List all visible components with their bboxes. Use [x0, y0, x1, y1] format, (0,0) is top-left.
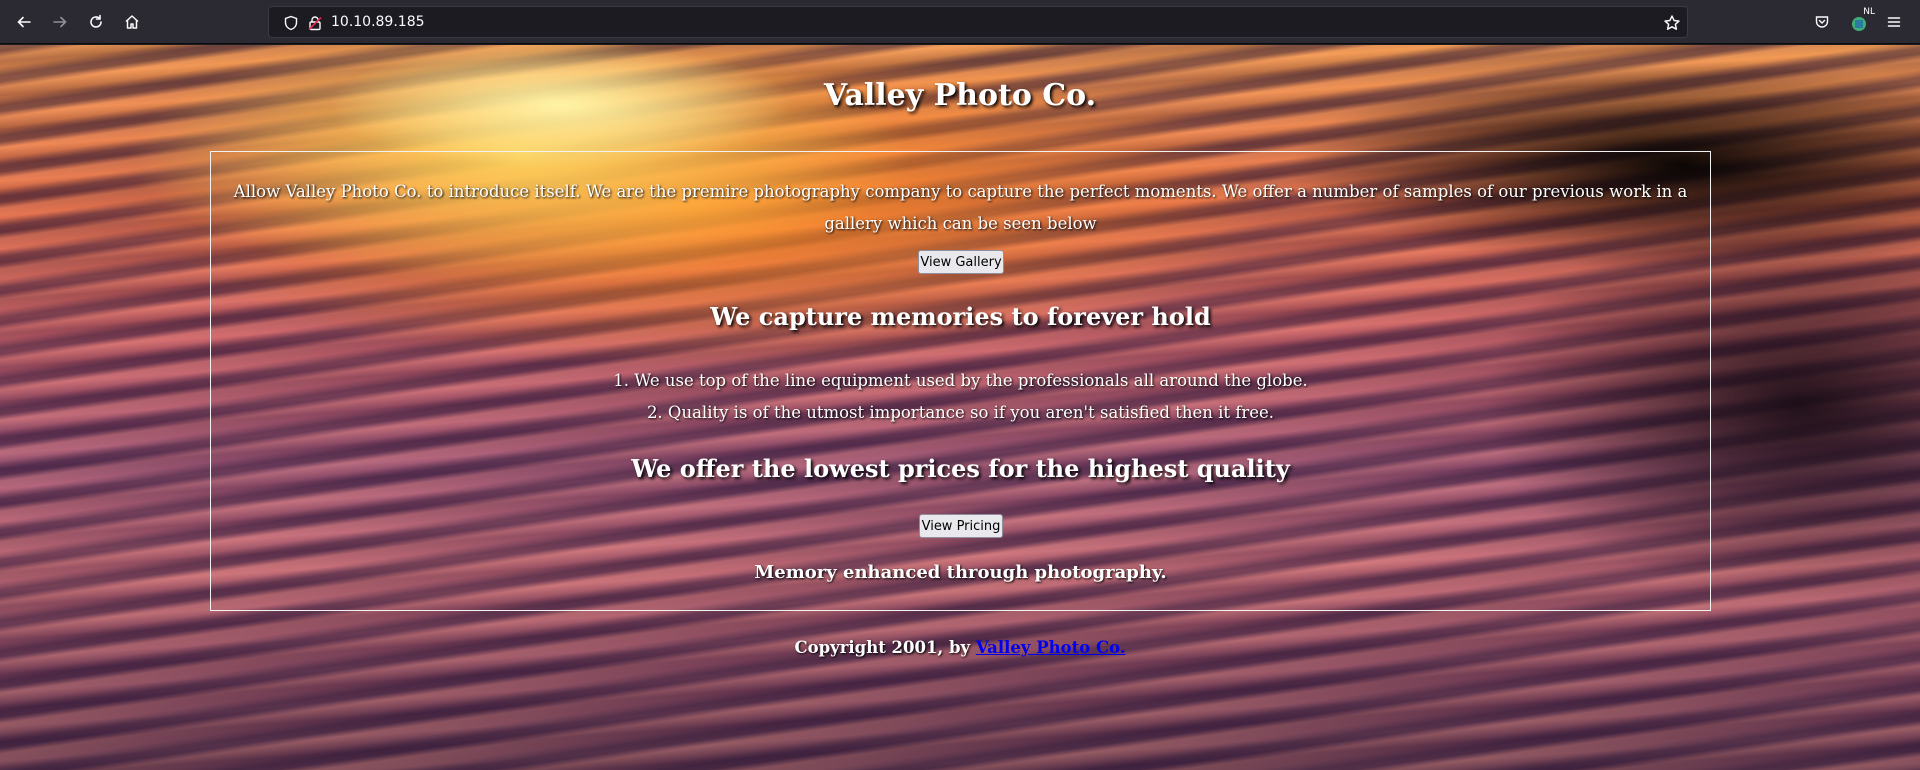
forward-button[interactable]: [46, 8, 74, 36]
page-viewport: Valley Photo Co. Allow Valley Photo Co. …: [0, 45, 1920, 770]
insecure-lock-icon[interactable]: [307, 15, 323, 31]
list-item: 1. We use top of the line equipment used…: [613, 371, 1308, 390]
address-bar[interactable]: 10.10.89.185: [268, 6, 1688, 38]
footer-copyright: Copyright 2001, by Valley Photo Co.: [0, 638, 1920, 657]
footer-link[interactable]: Valley Photo Co.: [976, 638, 1126, 657]
star-icon[interactable]: [1663, 14, 1681, 32]
pocket-icon: [1815, 16, 1829, 28]
forward-arrow-icon: [53, 16, 67, 28]
shield-icon[interactable]: [283, 15, 299, 31]
capture-heading: We capture memories to forever hold: [710, 302, 1211, 331]
browser-toolbar: 10.10.89.185 NL: [0, 0, 1920, 44]
extension-button[interactable]: NL: [1848, 7, 1876, 35]
extension-badge: NL: [1862, 7, 1876, 17]
reload-button[interactable]: [82, 8, 110, 36]
view-pricing-button[interactable]: View Pricing: [919, 514, 1003, 538]
prices-heading: We offer the lowest prices for the highe…: [631, 454, 1290, 483]
home-icon: [125, 15, 139, 29]
home-button[interactable]: [118, 8, 146, 36]
site-title: Valley Photo Co.: [823, 78, 1097, 113]
back-arrow-icon: [17, 16, 31, 28]
back-button[interactable]: [10, 8, 38, 36]
list-item: 2. Quality is of the utmost importance s…: [646, 403, 1275, 422]
menu-button[interactable]: [1880, 8, 1908, 36]
intro-text: Allow Valley Photo Co. to introduce itse…: [233, 182, 1688, 233]
pocket-button[interactable]: [1808, 8, 1836, 36]
hamburger-menu-icon: [1887, 17, 1901, 27]
content-box: Allow Valley Photo Co. to introduce itse…: [210, 151, 1711, 611]
features-list: 1. We use top of the line equipment used…: [211, 365, 1710, 429]
url-text[interactable]: 10.10.89.185: [331, 13, 425, 31]
reload-icon: [90, 14, 102, 28]
tagline: Memory enhanced through photography.: [754, 562, 1167, 583]
view-gallery-button[interactable]: View Gallery: [918, 250, 1004, 274]
footer-text: Copyright 2001, by: [794, 638, 976, 657]
